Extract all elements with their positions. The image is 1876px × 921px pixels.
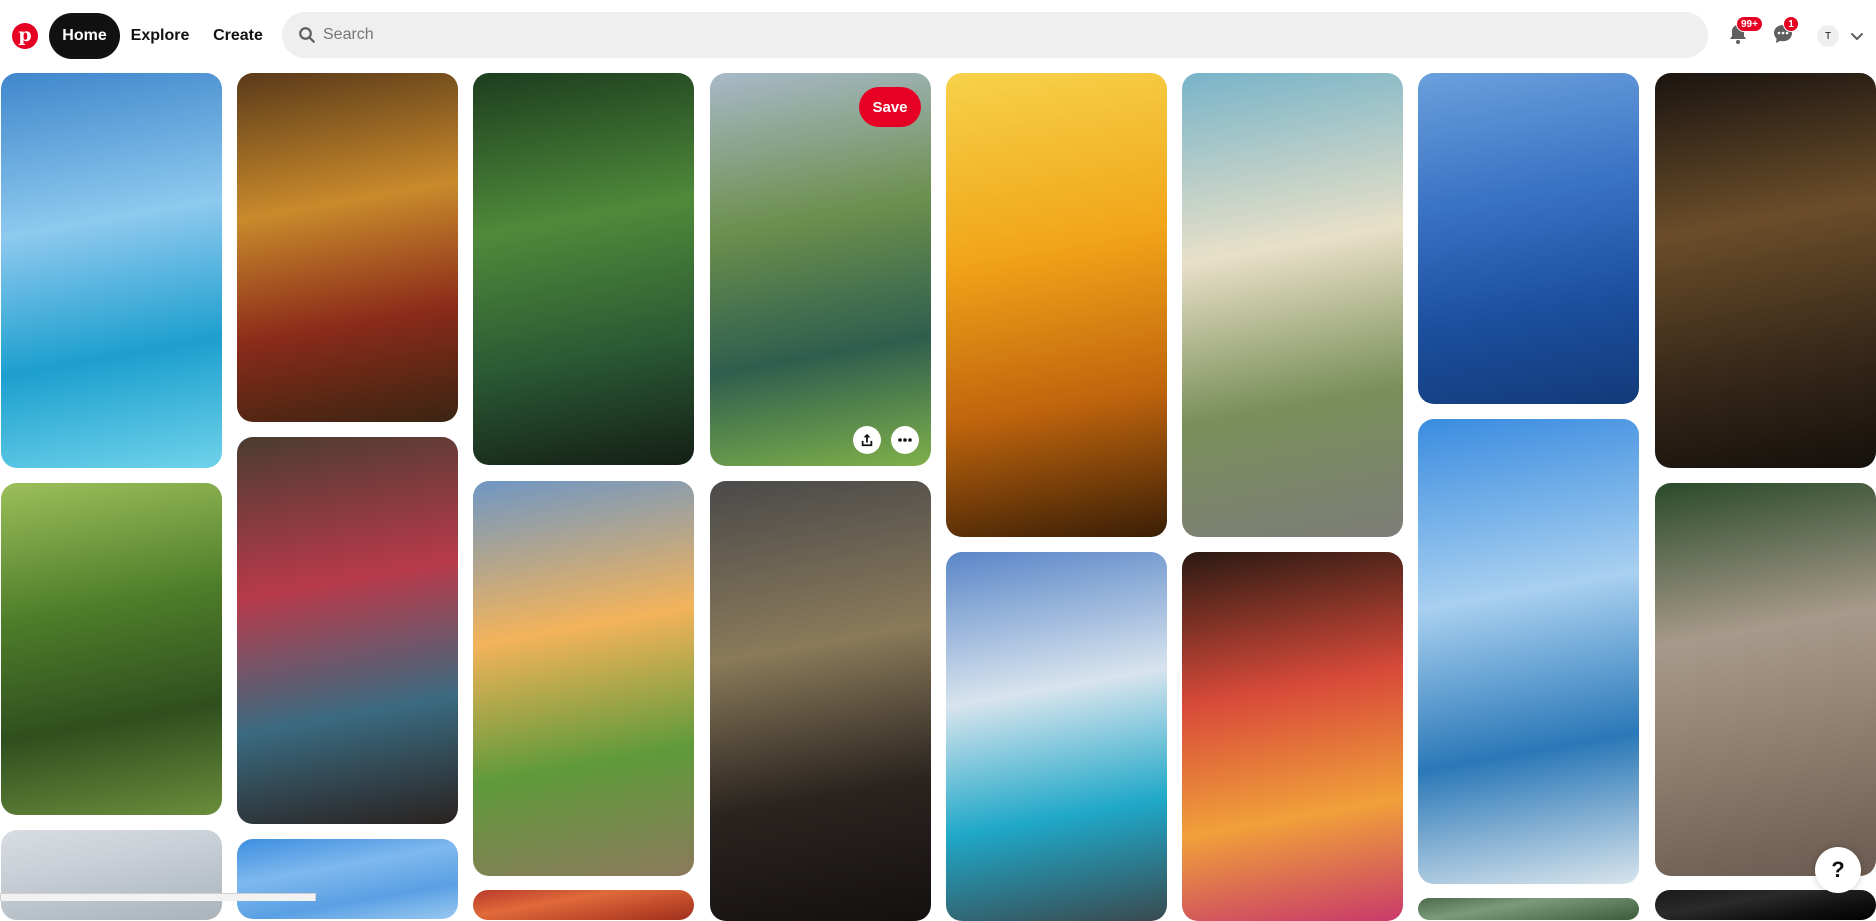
avatar[interactable]: T [1817,25,1839,47]
pin-sports-car[interactable] [710,481,931,921]
pin-forest-stream[interactable] [473,73,694,465]
search-icon [299,27,315,43]
save-button[interactable]: Save [859,87,921,127]
pin-krishna-sunset[interactable] [946,73,1167,537]
pin-alpine-lake[interactable] [946,552,1167,921]
pin-tropical-lagoon[interactable] [1,73,222,468]
share-icon [861,433,873,447]
pin-hanuman-art[interactable] [237,73,458,422]
pin-leopard[interactable] [1655,73,1876,468]
more-options-button[interactable] [891,426,919,454]
pin-palm-street[interactable] [1182,73,1403,537]
notifications-badge: 99+ [1736,16,1763,32]
search-bar[interactable] [282,12,1708,58]
pin-flower-shop[interactable] [1182,552,1403,921]
pin-mountain-lake[interactable] [710,73,931,466]
more-horizontal-icon [898,438,912,442]
pin-red-art[interactable] [473,890,694,920]
pin-blue-sky[interactable] [237,839,458,919]
search-input[interactable] [319,12,1689,58]
help-button[interactable]: ? [1815,847,1861,893]
top-navigation-bar: p Home Explore Create 99+ 1 T [0,0,1876,72]
nav-create-button[interactable]: Create [204,13,272,59]
pin-beach-clouds[interactable] [1418,419,1639,884]
pin-country-road[interactable] [473,481,694,876]
notifications-button[interactable]: 99+ [1724,16,1763,48]
pin-green-bottom[interactable] [1418,898,1639,920]
nav-explore-button[interactable]: Explore [124,13,196,59]
messages-badge: 1 [1783,16,1799,32]
chevron-down-icon[interactable] [1849,28,1865,44]
pinterest-logo-icon[interactable]: p [12,23,38,49]
share-button[interactable] [853,426,881,454]
pin-blue-ocean[interactable] [1418,73,1639,404]
pin-dark-bottom[interactable] [1655,890,1876,920]
pin-green-river[interactable] [1,483,222,815]
nav-home-button[interactable]: Home [49,13,120,59]
pin-ganesha-art[interactable] [237,437,458,824]
browser-status-bar [0,893,316,901]
messages-button[interactable]: 1 [1769,16,1799,48]
pin-palm-silhouette[interactable] [1,830,222,920]
pin-cartoon-bike[interactable] [1655,483,1876,876]
